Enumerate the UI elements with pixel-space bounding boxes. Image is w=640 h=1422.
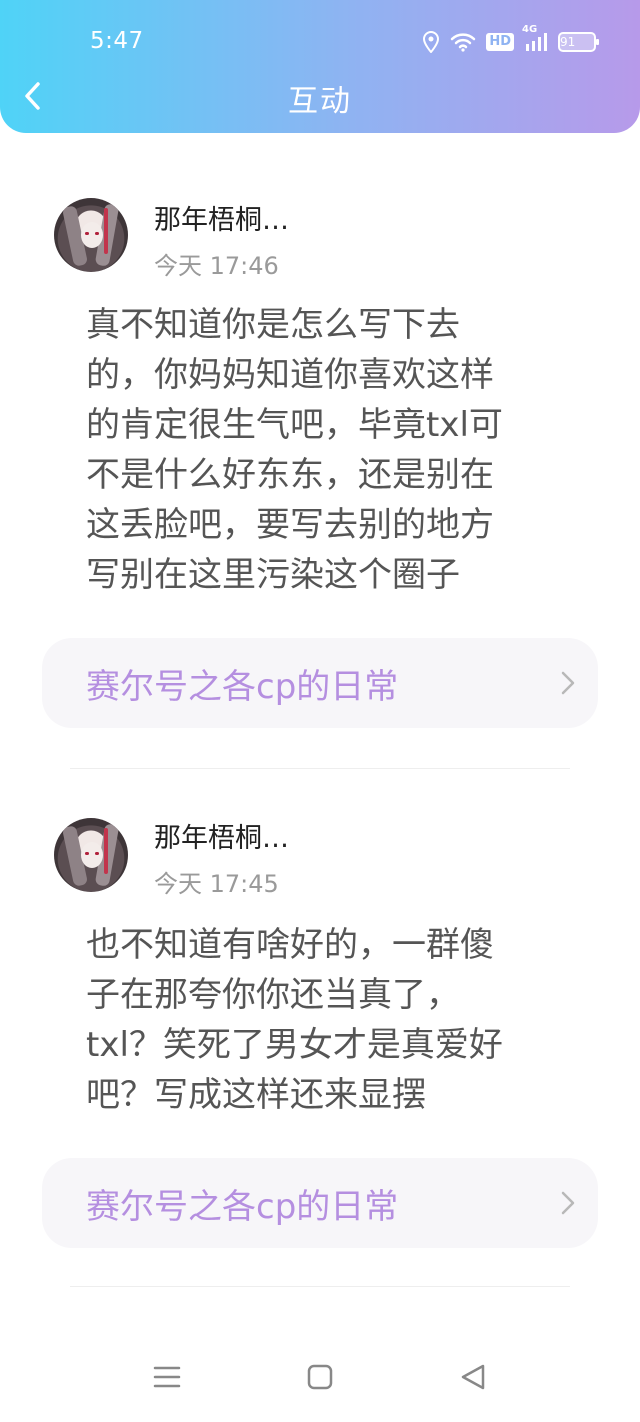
username[interactable]: 那年梧桐…: [154, 816, 289, 855]
comment-card: 那年梧桐… 今天 17:45 也不知道有啥好的，一群傻 子在那夸你你还当真了， …: [0, 770, 640, 1290]
signal-4g-icon: 4G: [522, 24, 548, 52]
divider: [70, 768, 570, 769]
status-time: 5:47: [90, 28, 144, 54]
comment-line: 吧？写成这样还来显摆: [86, 1075, 426, 1115]
status-bar: 5:47 HD 4G 91: [0, 0, 640, 80]
comment-line: txl？笑死了男女才是真爱好: [86, 1025, 503, 1065]
comment-line: 的肯定很生气吧，毕竟txl可: [86, 405, 503, 445]
timestamp: 今天 17:46: [154, 252, 279, 280]
page-title: 互动: [288, 84, 352, 119]
comment-text: 也不知道有啥好的，一群傻 子在那夸你你还当真了， txl？笑死了男女才是真爱好 …: [86, 920, 556, 1120]
chevron-right-icon: [561, 671, 575, 695]
source-work-link[interactable]: 赛尔号之各cp的日常: [42, 638, 598, 728]
home-icon: [307, 1364, 333, 1390]
comment-line: 也不知道有啥好的，一群傻: [86, 925, 494, 965]
comment-line: 的，你妈妈知道你喜欢这样: [86, 355, 494, 395]
source-work-link[interactable]: 赛尔号之各cp的日常: [42, 1158, 598, 1248]
comment-text: 真不知道你是怎么写下去 的，你妈妈知道你喜欢这样 的肯定很生气吧，毕竟txl可 …: [86, 300, 556, 600]
comment-line: 不是什么好东东，还是别在: [86, 455, 494, 495]
menu-icon: [153, 1366, 181, 1388]
back-nav-button[interactable]: [458, 1362, 488, 1396]
hd-icon: HD: [486, 33, 514, 51]
timestamp: 今天 17:45: [154, 870, 279, 898]
username[interactable]: 那年梧桐…: [154, 198, 289, 237]
comment-card: 那年梧桐… 今天 17:46 真不知道你是怎么写下去 的，你妈妈知道你喜欢这样 …: [0, 150, 640, 770]
system-nav-bar: [0, 1340, 640, 1422]
source-work-title: 赛尔号之各cp的日常: [86, 666, 399, 707]
location-icon: [422, 31, 440, 53]
wifi-icon: [450, 32, 476, 52]
chevron-right-icon: [561, 1191, 575, 1215]
menu-button[interactable]: [152, 1362, 182, 1396]
divider: [70, 1286, 570, 1287]
source-work-title: 赛尔号之各cp的日常: [86, 1186, 399, 1227]
back-triangle-icon: [461, 1364, 485, 1390]
network-type-label: 4G: [522, 24, 538, 35]
avatar[interactable]: [54, 198, 128, 272]
battery-level: 91: [560, 34, 594, 50]
status-icons: HD 4G 91: [422, 24, 599, 55]
comment-line: 子在那夸你你还当真了，: [86, 975, 460, 1015]
top-app-bar: 5:47 HD 4G 91 互动: [0, 0, 640, 133]
comment-line: 真不知道你是怎么写下去: [86, 305, 460, 345]
avatar[interactable]: [54, 818, 128, 892]
comment-line: 写别在这里污染这个圈子: [86, 555, 460, 595]
home-button[interactable]: [306, 1362, 334, 1396]
comment-line: 这丢脸吧，要写去别的地方: [86, 505, 494, 545]
battery-icon: 91: [558, 32, 599, 52]
